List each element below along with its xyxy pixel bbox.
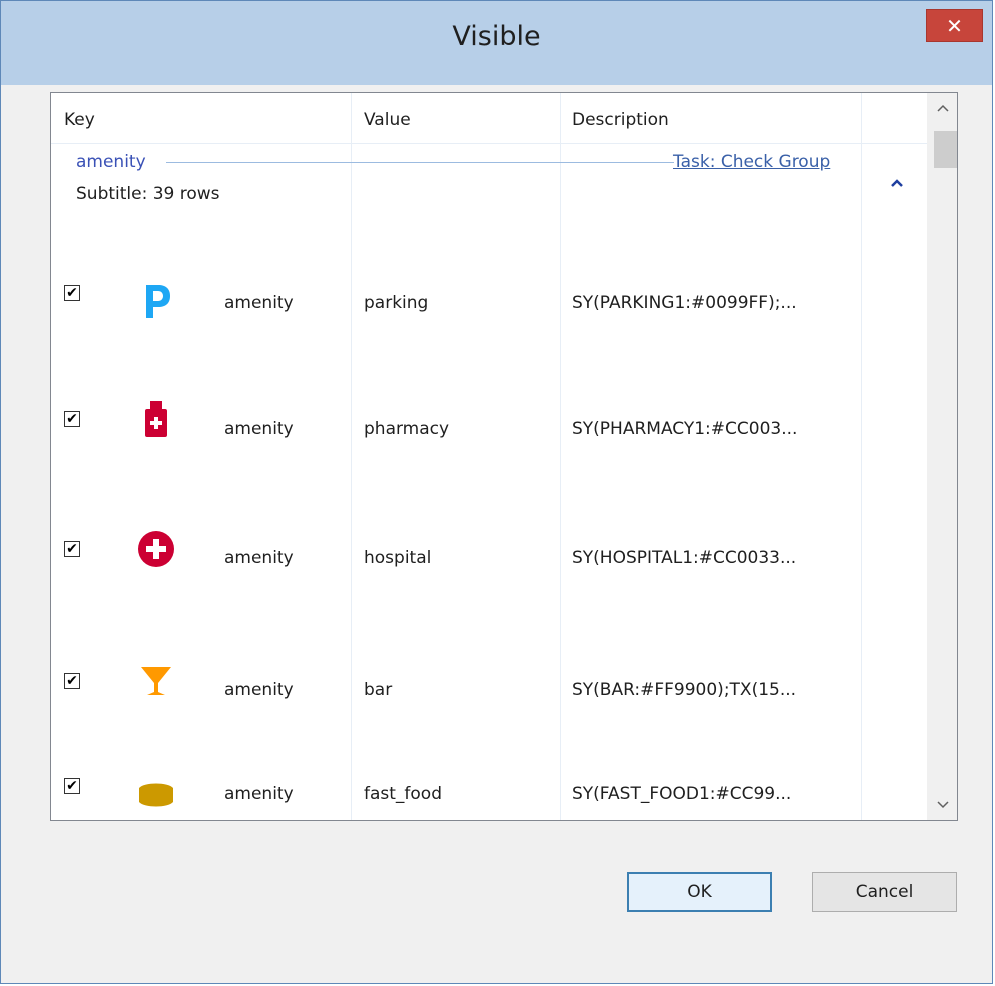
fast-food-icon: [139, 783, 173, 807]
table-row[interactable]: ✔ amenity parking SY(PARKING1:#0099FF);.…: [51, 263, 928, 393]
row-description: SY(BAR:#FF9900);TX(15...: [572, 680, 797, 700]
row-description: SY(PARKING1:#0099FF);...: [572, 293, 797, 313]
column-header-value[interactable]: Value: [364, 110, 411, 130]
column-header-description[interactable]: Description: [572, 110, 669, 130]
row-checkbox[interactable]: ✔: [64, 285, 80, 301]
row-key: amenity: [224, 784, 294, 804]
close-button[interactable]: ✕: [926, 9, 983, 42]
row-value: pharmacy: [364, 419, 450, 439]
row-description: SY(HOSPITAL1:#CC0033...: [572, 548, 797, 568]
scroll-up-button[interactable]: [928, 93, 957, 123]
column-header-key[interactable]: Key: [64, 110, 95, 130]
row-checkbox[interactable]: ✔: [64, 541, 80, 557]
cancel-button[interactable]: Cancel: [812, 872, 957, 912]
pharmacy-icon: [145, 401, 167, 437]
dialog-title: Visible: [452, 21, 541, 52]
row-checkbox[interactable]: ✔: [64, 673, 80, 689]
row-value: parking: [364, 293, 429, 313]
row-key: amenity: [224, 680, 294, 700]
dialog-client: Key Value Description amenity Task: Chec…: [10, 85, 983, 974]
ok-button[interactable]: OK: [627, 872, 772, 912]
vertical-scrollbar[interactable]: [927, 93, 957, 820]
group-subtitle: Subtitle: 39 rows: [76, 184, 220, 204]
scroll-down-button[interactable]: [928, 790, 957, 820]
close-icon: ✕: [946, 13, 963, 38]
chevron-up-icon[interactable]: [889, 177, 905, 189]
chevron-up-icon: [936, 104, 949, 112]
hospital-icon: [138, 531, 174, 567]
data-grid: Key Value Description amenity Task: Chec…: [50, 92, 958, 821]
group-divider-line: [166, 162, 674, 163]
parking-icon: [146, 285, 170, 318]
row-checkbox[interactable]: ✔: [64, 778, 80, 794]
table-row[interactable]: ✔ amenity pharmacy SY(PHARMACY1:#CC003..…: [51, 393, 928, 523]
table-row[interactable]: ✔ amenity fast_food SY(FAST_FOOD1:#CC99.…: [51, 760, 928, 820]
row-key: amenity: [224, 548, 294, 568]
grid-header: Key Value Description: [51, 93, 928, 144]
row-value: hospital: [364, 548, 432, 568]
row-description: SY(FAST_FOOD1:#CC99...: [572, 784, 792, 804]
table-row[interactable]: ✔ amenity hospital SY(HOSPITAL1:#CC0033.…: [51, 523, 928, 653]
row-checkbox[interactable]: ✔: [64, 411, 80, 427]
bar-icon: [141, 667, 171, 695]
row-key: amenity: [224, 419, 294, 439]
row-description: SY(PHARMACY1:#CC003...: [572, 419, 798, 439]
check-group-link[interactable]: Task: Check Group: [673, 152, 830, 172]
row-value: bar: [364, 680, 393, 700]
chevron-down-icon: [936, 801, 949, 809]
visible-dialog: Visible ✕ Key Value Description amenity …: [0, 0, 993, 984]
scrollbar-thumb[interactable]: [934, 131, 957, 168]
row-value: fast_food: [364, 784, 443, 804]
group-name: amenity: [76, 152, 146, 172]
title-bar[interactable]: Visible ✕: [1, 1, 992, 85]
row-key: amenity: [224, 293, 294, 313]
